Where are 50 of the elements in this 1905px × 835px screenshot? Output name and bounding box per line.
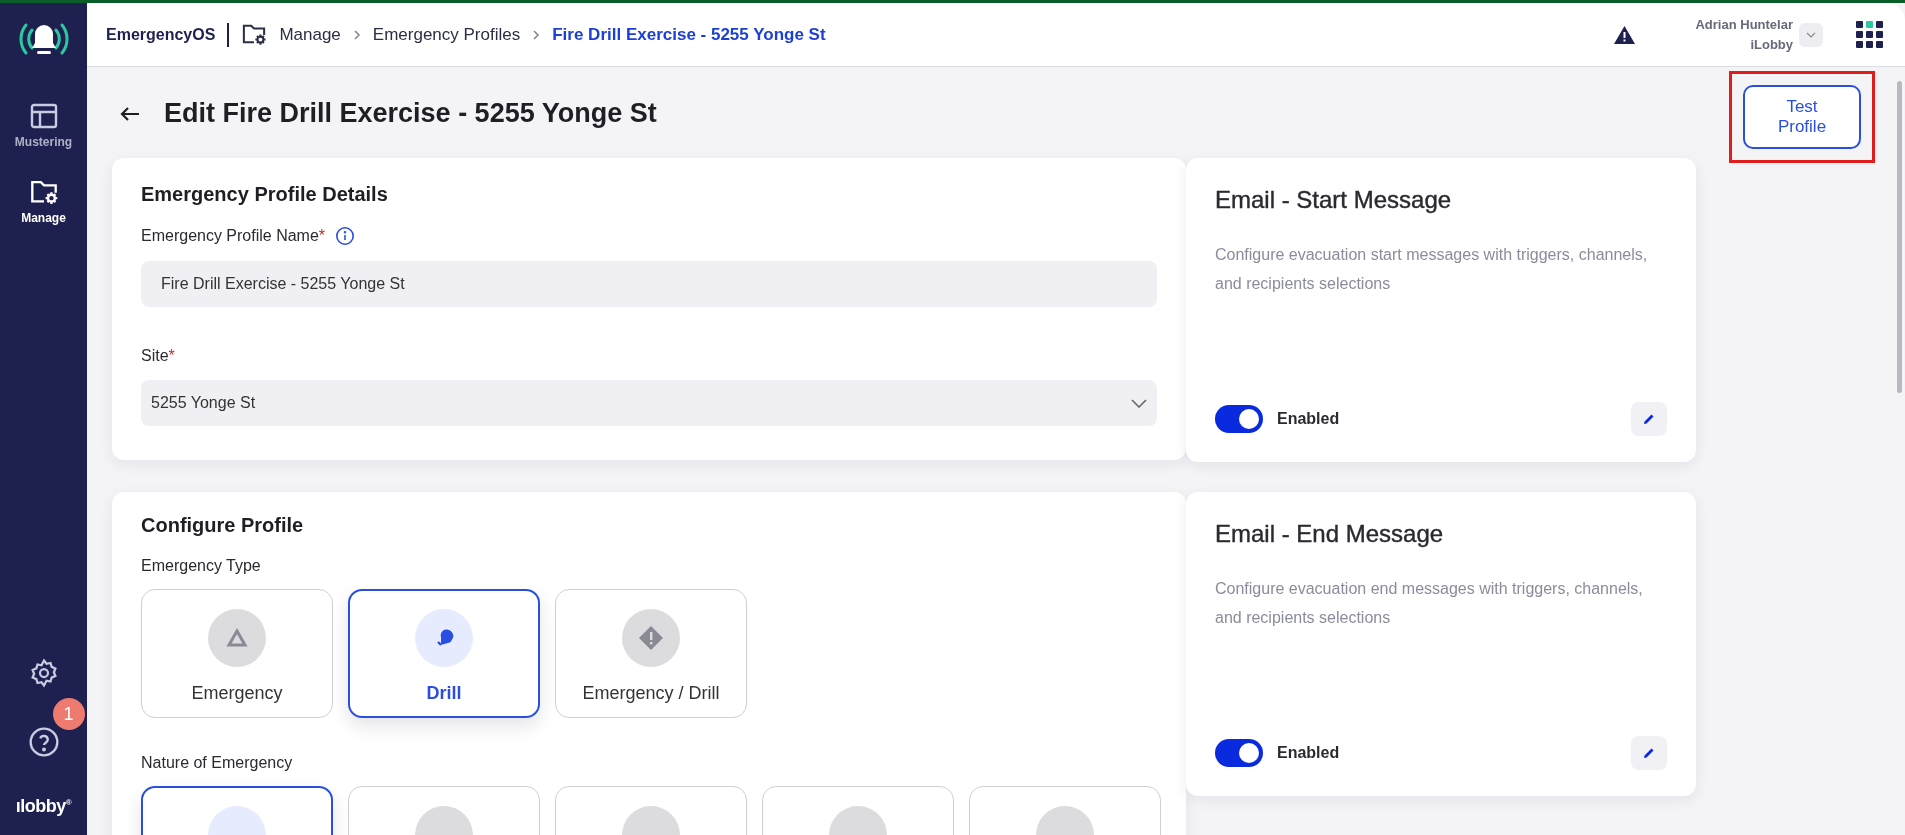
brand-logo: ılobby$^{®}$ [15,796,72,817]
profile-name-field[interactable]: Fire Drill Exercise - 5255 Yonge St [141,261,1157,307]
field-label: Emergency Type [141,557,262,575]
page-title: Edit Fire Drill Exercise - 5255 Yonge St [164,98,657,129]
help-icon[interactable] [27,726,60,758]
chevron-right-icon [352,28,361,41]
breadcrumb-link[interactable]: Manage [279,24,341,45]
app-name[interactable]: EmergencyOS [106,25,216,44]
toggle-label: Enabled [1277,744,1341,762]
notification-badge: 1 [52,698,85,730]
nav-item[interactable]: Manage [21,179,66,225]
enable-toggle[interactable] [1215,405,1263,433]
folder-gear-icon [28,179,59,205]
enable-toggle[interactable] [1215,739,1263,767]
test-profile-button[interactable]: Test Profile [1743,85,1861,149]
chevron-down-icon [1131,398,1147,408]
pencil-icon [1643,413,1655,425]
field-label: Site* [141,347,175,365]
settings-icon[interactable] [28,658,59,688]
field-label: Emergency Profile Name* [141,227,326,245]
panel-icon [29,103,58,129]
section-title: Emergency Profile Details [141,183,389,206]
edit-button[interactable] [1631,402,1667,436]
edit-button[interactable] [1631,736,1667,770]
card-description: Configure evacuation end messages with triggers, channels, and recipients selections [1215,579,1644,628]
user-name: Adrian Huntelar [1695,17,1793,32]
field-label: Nature of Emergency [141,754,294,772]
info-icon[interactable] [335,226,356,246]
warning-icon[interactable] [1613,24,1637,45]
site-dropdown[interactable]: 5255 Yonge St [141,380,1157,426]
organization-name: iLobby [1750,37,1793,52]
emergency-type-option[interactable]: Drill [348,589,540,718]
nav-item[interactable]: Mustering [14,103,73,149]
diamond-alert-icon [638,625,664,651]
pencil-icon [1643,747,1655,759]
chevron-down-icon [1806,31,1816,38]
scrollbar[interactable] [1896,81,1902,393]
card-description: Configure evacuation start messages with triggers, channels, and recipients selections [1215,245,1649,294]
breadcrumb-link[interactable]: Emergency Profiles [372,24,521,45]
card-title: Email - End Message [1215,520,1445,548]
card-title: Email - Start Message [1215,186,1453,214]
emergency-type-option[interactable]: Emergency / Drill [555,589,747,718]
app-grid-icon[interactable] [1856,21,1883,48]
folder-gear-icon [241,23,268,46]
section-title: Configure Profile [141,514,305,537]
toggle-label: Enabled [1277,410,1341,428]
chevron-right-icon [532,28,541,41]
emergency-type-option[interactable]: Emergency [141,589,333,718]
back-arrow-icon[interactable] [120,105,140,122]
triangle-icon [226,628,248,648]
